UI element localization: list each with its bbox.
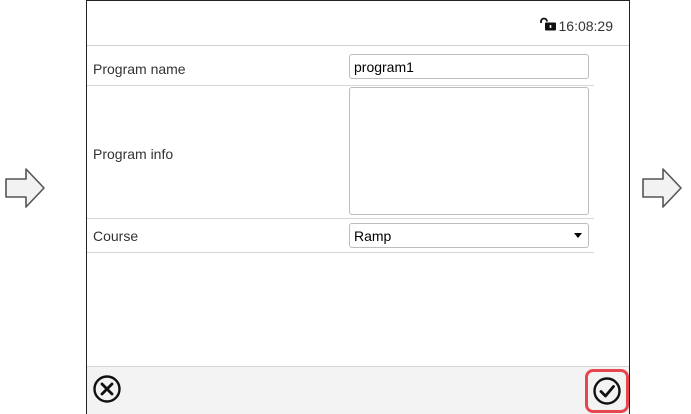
- device-screen: 16:08:29 Program name program1 Program i…: [86, 0, 630, 414]
- clock-time: 16:08:29: [558, 17, 614, 34]
- course-value: Ramp: [354, 228, 392, 244]
- circle-x-icon: [93, 375, 121, 403]
- dropdown-caret-icon: [574, 233, 582, 238]
- program-info-label: Program info: [93, 146, 174, 162]
- unlocked-padlock-icon: [539, 17, 557, 34]
- clock: 16:08:29: [539, 17, 614, 34]
- program-name-row: Program name program1: [87, 53, 594, 86]
- status-bar: 16:08:29: [87, 0, 629, 46]
- right-arrow-icon: [4, 166, 46, 215]
- course-label: Course: [93, 228, 139, 244]
- course-row: Course Ramp: [87, 219, 594, 253]
- circle-check-icon: [593, 377, 621, 405]
- program-info-textarea[interactable]: [349, 87, 589, 215]
- program-info-row: Program info: [87, 86, 594, 219]
- course-select[interactable]: Ramp: [349, 223, 589, 248]
- program-name-input[interactable]: program1: [349, 54, 589, 79]
- cancel-button[interactable]: [91, 373, 123, 405]
- confirm-button[interactable]: [585, 369, 629, 413]
- footer-bar: [87, 366, 629, 414]
- right-arrow-icon: [641, 166, 683, 215]
- program-name-label: Program name: [93, 61, 186, 77]
